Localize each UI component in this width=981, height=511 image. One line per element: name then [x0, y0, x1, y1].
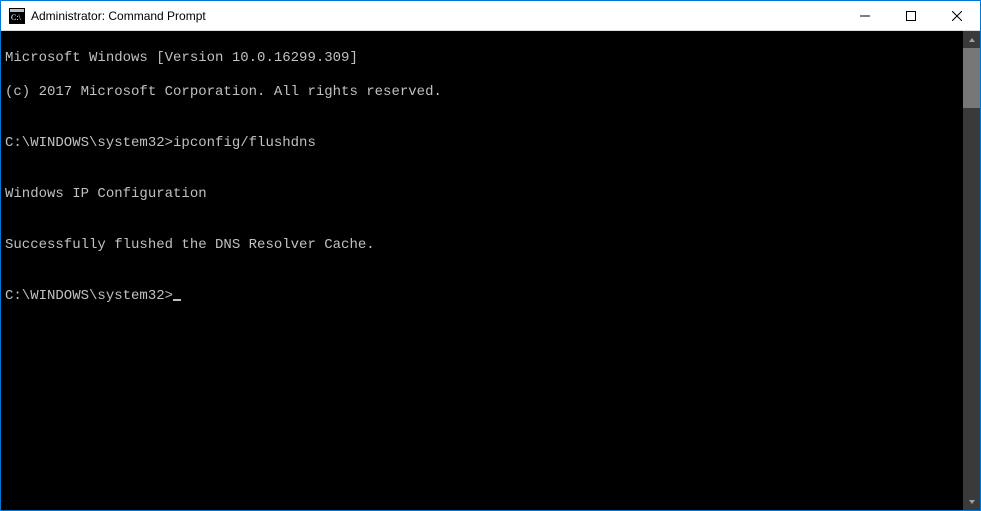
- window-title: Administrator: Command Prompt: [31, 9, 206, 23]
- scroll-thumb[interactable]: [963, 48, 980, 108]
- window-controls: [842, 1, 980, 30]
- svg-text:C:\: C:\: [11, 13, 22, 22]
- scroll-track[interactable]: [963, 48, 980, 493]
- console-line: C:\WINDOWS\system32>: [5, 288, 963, 305]
- console-line: (c) 2017 Microsoft Corporation. All righ…: [5, 84, 963, 101]
- scroll-down-button[interactable]: [963, 493, 980, 510]
- cmd-icon: C:\: [9, 8, 25, 24]
- window-titlebar[interactable]: C:\ Administrator: Command Prompt: [1, 1, 980, 31]
- prompt-path: C:\WINDOWS\system32>: [5, 135, 173, 151]
- console-line: Windows IP Configuration: [5, 186, 963, 203]
- vertical-scrollbar[interactable]: [963, 31, 980, 510]
- scroll-up-button[interactable]: [963, 31, 980, 48]
- prompt-command: ipconfig/flushdns: [173, 135, 316, 151]
- close-button[interactable]: [934, 1, 980, 30]
- console-line: Successfully flushed the DNS Resolver Ca…: [5, 237, 963, 254]
- prompt-path: C:\WINDOWS\system32>: [5, 288, 173, 305]
- console-output[interactable]: Microsoft Windows [Version 10.0.16299.30…: [1, 31, 963, 510]
- minimize-button[interactable]: [842, 1, 888, 30]
- maximize-button[interactable]: [888, 1, 934, 30]
- text-cursor: [173, 299, 181, 301]
- console-line: Microsoft Windows [Version 10.0.16299.30…: [5, 50, 963, 67]
- console-area: Microsoft Windows [Version 10.0.16299.30…: [1, 31, 980, 510]
- console-line: C:\WINDOWS\system32>ipconfig/flushdns: [5, 135, 963, 152]
